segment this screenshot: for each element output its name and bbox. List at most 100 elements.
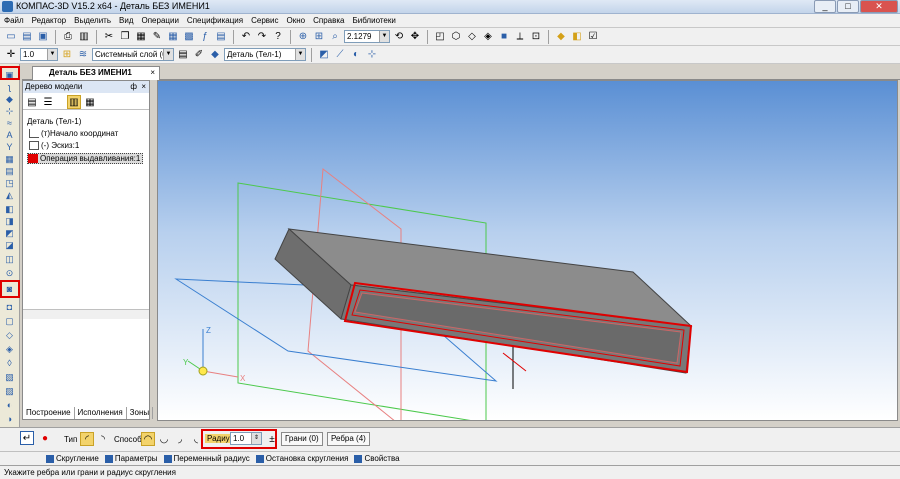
edges-button[interactable]: Ребра (4)	[327, 432, 370, 446]
section-icon[interactable]: ⊡	[529, 30, 543, 44]
tab-versions[interactable]: Исполнения	[75, 407, 127, 419]
tab-fillet[interactable]: Скругление	[46, 454, 99, 463]
fillet-type-icon[interactable]: ◜	[80, 432, 94, 446]
rotate-icon[interactable]: ⟲	[392, 30, 406, 44]
chevron-down-icon[interactable]: ▼	[295, 49, 305, 60]
snap-icon[interactable]: ✛	[4, 48, 18, 62]
orientation-icon[interactable]: ◩	[317, 48, 331, 62]
tree-item-origin[interactable]: (т)Начало координат	[29, 129, 118, 139]
redo-icon[interactable]: ↷	[255, 30, 269, 44]
perspective-icon[interactable]: ⟂	[513, 30, 527, 44]
faces-button[interactable]: Грани (0)	[281, 432, 323, 446]
tab-build[interactable]: Построение	[23, 407, 75, 419]
hidden-lines-icon[interactable]: ◈	[481, 30, 495, 44]
preview-icon[interactable]: ▥	[77, 30, 91, 44]
surface-icon[interactable]: ≈	[3, 118, 16, 128]
step-combo[interactable]: 1.0 ▼	[20, 48, 58, 61]
scale-icon[interactable]: ◑	[3, 414, 16, 424]
tab-zones[interactable]: Зоны	[127, 407, 154, 419]
new-file-icon[interactable]: ▭	[4, 30, 18, 44]
curve-icon[interactable]: ʅ	[3, 82, 16, 92]
tree-scrollbar[interactable]	[23, 309, 149, 319]
rotate-op-icon[interactable]: ◨	[3, 216, 16, 226]
menu-service[interactable]: Сервис	[251, 16, 278, 25]
minimize-button[interactable]: _	[814, 0, 836, 13]
mirror-icon[interactable]: ◊	[3, 358, 16, 368]
method-1-icon[interactable]: ◠	[141, 432, 155, 446]
format-painter-icon[interactable]: ✎	[150, 30, 164, 44]
cut-extrude-icon[interactable]: ◫	[3, 254, 16, 264]
filter-icon[interactable]: Y	[3, 142, 16, 152]
model-viewport[interactable]: Z X Y	[157, 80, 898, 421]
tree-root[interactable]: Деталь (Тел-1)	[27, 117, 81, 126]
save-icon[interactable]: ▣	[36, 30, 50, 44]
menu-libraries[interactable]: Библиотеки	[352, 16, 395, 25]
zoom-window-icon[interactable]: ⊞	[312, 30, 326, 44]
chevron-down-icon[interactable]: ▼	[379, 31, 389, 42]
variables-icon[interactable]: ▤	[214, 30, 228, 44]
layers-icon[interactable]: ≋	[76, 48, 90, 62]
assembly-icon[interactable]: ◭	[3, 190, 16, 200]
view-iso-icon[interactable]: ⬡	[449, 30, 463, 44]
layer-combo[interactable]: Системный слой (0) ▼	[92, 48, 174, 61]
rib-icon[interactable]: ◇	[3, 330, 16, 340]
kinematic-icon[interactable]: ◩	[3, 228, 16, 238]
detail-combo[interactable]: Деталь (Тел-1) ▼	[224, 48, 306, 61]
help-cursor-icon[interactable]: ?	[271, 30, 285, 44]
chamfer-icon[interactable]: ◘	[3, 302, 16, 312]
tree-structure-icon[interactable]: ▦	[83, 95, 97, 109]
tab-parameters[interactable]: Параметры	[104, 454, 158, 463]
formula-icon[interactable]: ƒ	[198, 30, 212, 44]
menu-view[interactable]: Вид	[119, 16, 133, 25]
menu-edit[interactable]: Редактор	[32, 16, 66, 25]
wireframe-icon[interactable]: ◇	[465, 30, 479, 44]
measure-icon[interactable]: ⟋	[333, 48, 347, 62]
create-object-icon[interactable]: ↵	[20, 431, 34, 445]
hole-icon[interactable]: ⊙	[3, 268, 16, 278]
tab-document[interactable]: Деталь БЕЗ ИМЕНИ1 ×	[32, 66, 160, 80]
tab-variable-radius[interactable]: Переменный радиус	[163, 454, 250, 463]
radius-input[interactable]: 1.0 ⇕	[230, 432, 262, 445]
layer-props-icon[interactable]: ▤	[176, 48, 190, 62]
tree-list-icon[interactable]: ☰	[41, 95, 55, 109]
maximize-button[interactable]: □	[837, 0, 859, 13]
tree-item-extrusion[interactable]: Операция выдавливания:1	[27, 153, 144, 165]
stop-icon[interactable]: ●	[38, 431, 52, 445]
method-3-icon[interactable]: ◞	[173, 432, 187, 446]
check-icon[interactable]: ☑	[586, 30, 600, 44]
chevron-down-icon[interactable]: ▼	[163, 49, 173, 60]
split-icon[interactable]: ▨	[3, 386, 16, 396]
plus-minus-icon[interactable]: ±	[265, 432, 279, 446]
method-2-icon[interactable]: ◡	[157, 432, 171, 446]
sheet-icon[interactable]: ◳	[3, 178, 16, 188]
pin-icon[interactable]: ф	[130, 81, 137, 93]
spin-icon[interactable]: ⇕	[251, 433, 261, 444]
paste-icon[interactable]: ▦	[134, 30, 148, 44]
axis-icon[interactable]: ⊹	[3, 106, 16, 116]
extrude-icon[interactable]: ◧	[3, 204, 16, 214]
color-icon[interactable]: ◐	[349, 48, 363, 62]
tree-view-icon[interactable]: ▥	[67, 95, 81, 109]
shaded-icon[interactable]: ■	[497, 30, 511, 44]
pan-icon[interactable]: ✥	[408, 30, 422, 44]
loft-icon[interactable]: ◪	[3, 240, 16, 250]
open-file-icon[interactable]: ▤	[20, 30, 34, 44]
dimension-icon[interactable]: A	[3, 130, 16, 140]
body-icon[interactable]: ◆	[208, 48, 222, 62]
chevron-down-icon[interactable]: ▼	[47, 49, 57, 60]
tab-fillet-stop[interactable]: Остановка скругления	[255, 454, 348, 463]
solid-icon[interactable]: ◆	[3, 94, 16, 104]
array-icon[interactable]: ▧	[3, 372, 16, 382]
menu-window[interactable]: Окно	[287, 16, 306, 25]
draft-icon[interactable]: ◈	[3, 344, 16, 354]
zoom-icon[interactable]: ⌕	[328, 30, 342, 44]
measure-icon[interactable]: ▦	[3, 154, 16, 164]
cut-icon[interactable]: ✂	[102, 30, 116, 44]
origin-point[interactable]	[198, 366, 208, 376]
copy-icon[interactable]: ❐	[118, 30, 132, 44]
print-icon[interactable]: ⎙	[61, 30, 75, 44]
filter-icon[interactable]: ◆	[554, 30, 568, 44]
undo-icon[interactable]: ↶	[239, 30, 253, 44]
select-icon[interactable]: ◧	[570, 30, 584, 44]
menu-file[interactable]: Файл	[4, 16, 24, 25]
